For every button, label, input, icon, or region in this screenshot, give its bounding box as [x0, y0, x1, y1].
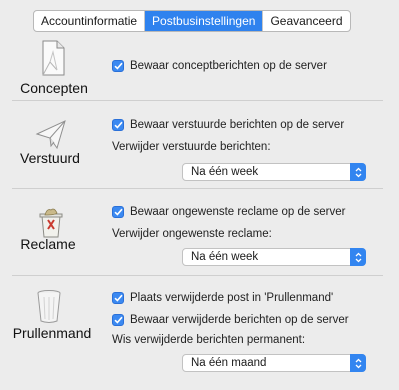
- junk-store-on-server-checkbox[interactable]: Bewaar ongewenste reclame op de server: [112, 206, 345, 218]
- draft-document-icon: [12, 40, 94, 81]
- sent-title: Verstuurd: [20, 150, 80, 166]
- trash-delete-label: Wis verwijderde berichten permanent:: [112, 334, 306, 346]
- trash-delete-select[interactable]: Na één maand: [182, 354, 366, 372]
- trash-move-label: Plaats verwijderde post in 'Prullenmand': [130, 292, 334, 304]
- divider: [12, 275, 383, 276]
- drafts-store-label: Bewaar conceptberichten op de server: [130, 60, 327, 72]
- checkmark-icon: [112, 119, 124, 131]
- junk-delete-label: Verwijder ongewenste reclame:: [112, 228, 272, 240]
- sent-delete-select[interactable]: Na één week: [182, 163, 366, 181]
- junk-delete-value: Na één week: [191, 251, 259, 263]
- sent-store-on-server-checkbox[interactable]: Bewaar verstuurde berichten op de server: [112, 119, 344, 131]
- chevron-up-down-icon: [350, 248, 366, 266]
- checkmark-icon: [112, 206, 124, 218]
- trash-title: Prullenmand: [12, 325, 92, 341]
- checkmark-icon: [112, 314, 124, 326]
- trash-delete-value: Na één maand: [191, 357, 267, 369]
- settings-panel: Concepten Bewaar conceptberichten op de …: [0, 20, 399, 390]
- trash-store-on-server-checkbox[interactable]: Bewaar verwijderde berichten op de serve…: [112, 314, 349, 326]
- drafts-title: Concepten: [20, 80, 88, 96]
- paper-plane-icon: [10, 118, 92, 153]
- chevron-up-down-icon: [350, 354, 366, 372]
- divider: [12, 188, 383, 189]
- drafts-store-on-server-checkbox[interactable]: Bewaar conceptberichten op de server: [112, 60, 327, 72]
- sent-store-label: Bewaar verstuurde berichten op de server: [130, 119, 345, 131]
- trash-store-label: Bewaar verwijderde berichten op de serve…: [130, 314, 349, 326]
- checkmark-icon: [112, 60, 124, 72]
- junk-delete-select[interactable]: Na één week: [182, 248, 366, 266]
- checkmark-icon: [112, 292, 124, 304]
- chevron-up-down-icon: [350, 163, 366, 181]
- sent-delete-label: Verwijder verstuurde berichten:: [112, 141, 271, 153]
- sent-delete-value: Na één week: [191, 166, 259, 178]
- divider: [12, 100, 383, 101]
- trash-can-icon: [8, 288, 90, 327]
- trash-move-to-trash-checkbox[interactable]: Plaats verwijderde post in 'Prullenmand': [112, 292, 333, 304]
- junk-store-label: Bewaar ongewenste reclame op de server: [130, 206, 346, 218]
- junk-title: Reclame: [20, 236, 76, 252]
